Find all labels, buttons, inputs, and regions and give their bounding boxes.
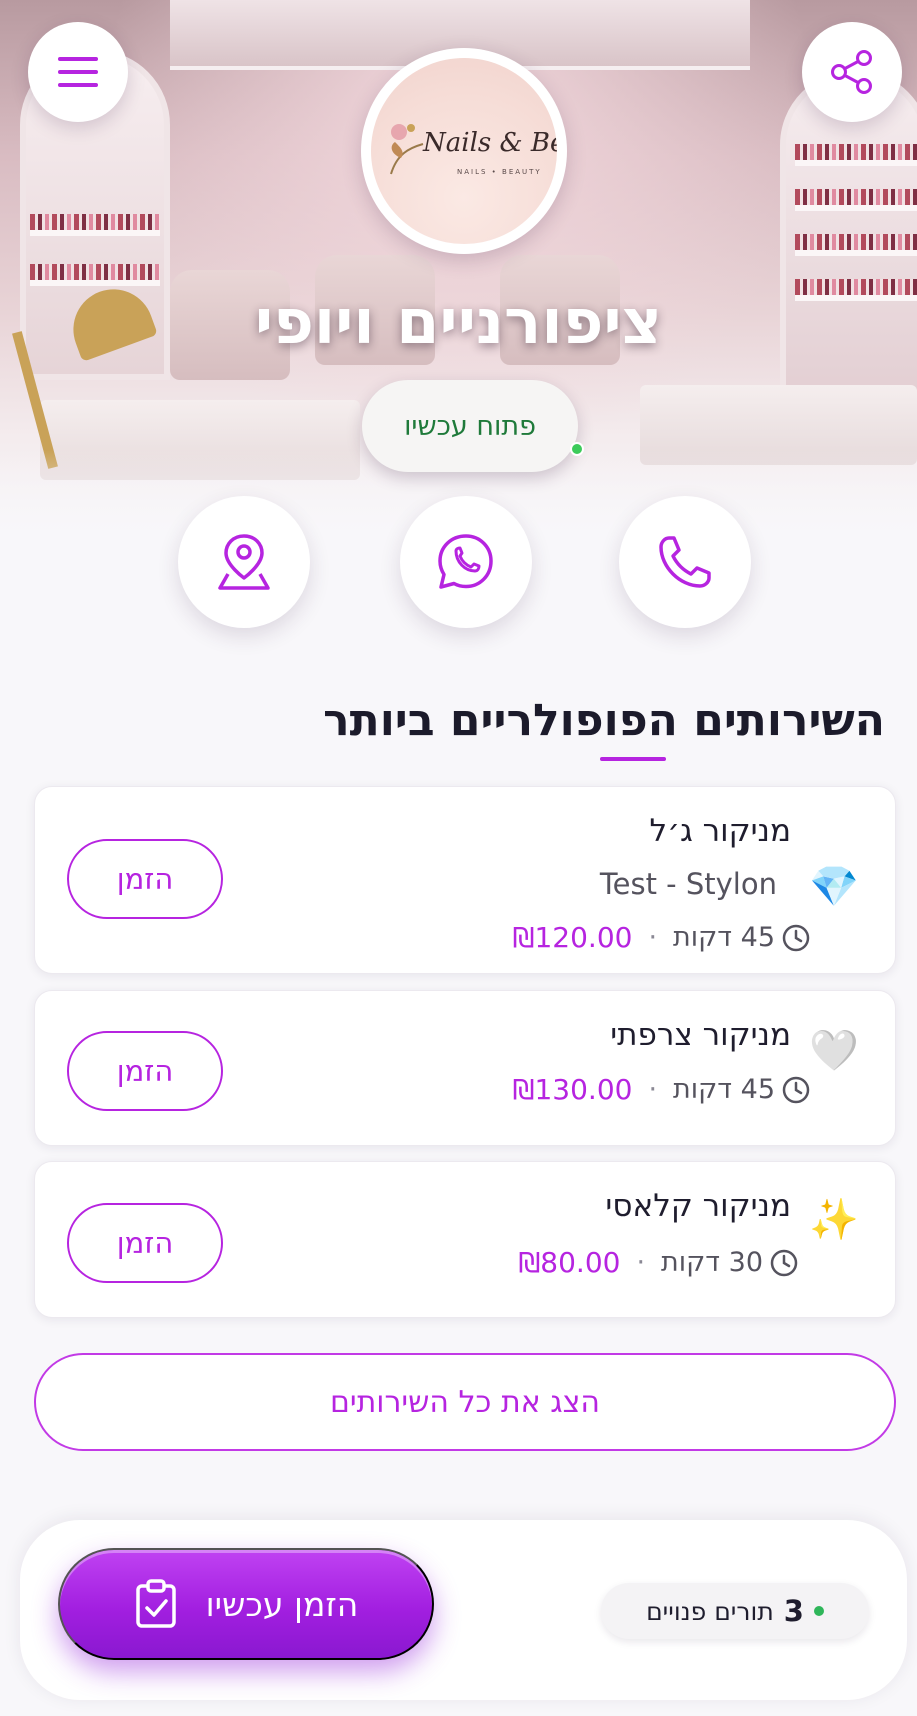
share-icon bbox=[831, 50, 872, 94]
hero-background-shelf bbox=[795, 160, 917, 166]
phone-icon bbox=[659, 536, 711, 588]
meta-separator: · bbox=[636, 1247, 646, 1278]
service-price: ₪120.00 bbox=[512, 921, 633, 954]
service-duration: 30 דקות bbox=[661, 1247, 763, 1278]
hero-background-bottles bbox=[795, 189, 917, 205]
book-service-button[interactable]: הזמן bbox=[67, 839, 223, 919]
hero-background-bottles bbox=[30, 264, 160, 280]
service-name: מניקור צרפתי bbox=[610, 1017, 791, 1053]
book-now-button[interactable]: הזמן עכשיו bbox=[58, 1548, 434, 1660]
service-meta: 45 דקות · ₪120.00 bbox=[513, 921, 811, 954]
status-indicator-dot bbox=[570, 442, 584, 456]
book-now-label: הזמן עכשיו bbox=[205, 1584, 359, 1624]
service-name: מניקור ג׳ל bbox=[649, 813, 791, 849]
service-duration: 45 דקות bbox=[673, 922, 775, 953]
clock-icon bbox=[770, 1249, 798, 1276]
popular-services-title: השירותים הפופולריים ביותר bbox=[323, 695, 885, 746]
logo-text: Nails & Beauty bbox=[423, 128, 557, 158]
service-subtitle: Test - Stylon bbox=[599, 867, 777, 901]
map-pin-icon bbox=[218, 534, 270, 590]
open-status-badge: פתוח עכשיו bbox=[362, 380, 578, 472]
slots-label: תורים פנויים bbox=[646, 1596, 774, 1626]
service-meta: 45 דקות · ₪130.00 bbox=[513, 1073, 811, 1106]
menu-button[interactable] bbox=[28, 22, 128, 122]
clock-icon bbox=[782, 924, 810, 951]
business-logo: Nails & Beauty NAILS • BEAUTY bbox=[361, 48, 567, 254]
whatsapp-icon bbox=[438, 534, 493, 589]
availability-dot bbox=[813, 1606, 824, 1616]
whatsapp-button[interactable] bbox=[400, 496, 532, 628]
slots-count: 3 bbox=[783, 1594, 804, 1628]
meta-separator: · bbox=[648, 922, 658, 953]
open-status-label: פתוח עכשיו bbox=[404, 410, 536, 442]
hamburger-menu-icon bbox=[58, 57, 98, 87]
hero-background-bottles bbox=[30, 214, 160, 230]
logo-subtext: NAILS • BEAUTY bbox=[457, 168, 542, 176]
hero-background-shelf bbox=[795, 205, 917, 211]
clock-icon bbox=[782, 1076, 810, 1103]
service-card[interactable]: מניקור ג׳ל 💎 Test - Stylon 45 דקות · ₪12… bbox=[34, 786, 896, 974]
location-button[interactable] bbox=[178, 496, 310, 628]
hero-background-bottles bbox=[795, 144, 917, 160]
hero-background-bottles bbox=[795, 234, 917, 250]
white-heart-icon: 🤍 bbox=[809, 1028, 859, 1074]
service-price: ₪130.00 bbox=[512, 1073, 633, 1106]
phone-button[interactable] bbox=[619, 496, 751, 628]
sparkles-icon: ✨ bbox=[809, 1197, 859, 1243]
share-button[interactable] bbox=[802, 22, 902, 122]
clipboard-check-icon bbox=[135, 1579, 176, 1628]
service-card[interactable]: מניקור צרפתי 🤍 45 דקות · ₪130.00 הזמן bbox=[34, 990, 896, 1146]
title-underline bbox=[600, 757, 666, 761]
business-name: ציפורניים ויופי bbox=[254, 285, 663, 358]
book-service-button[interactable]: הזמן bbox=[67, 1031, 223, 1111]
service-name: מניקור קלאסי bbox=[605, 1188, 791, 1224]
diamond-icon: 💎 bbox=[809, 864, 859, 910]
service-card[interactable]: מניקור קלאסי ✨ 30 דקות · ₪80.00 הזמן bbox=[34, 1161, 896, 1318]
hero-background-shelf bbox=[30, 230, 160, 236]
service-meta: 30 דקות · ₪80.00 bbox=[518, 1246, 799, 1279]
service-duration: 45 דקות bbox=[673, 1074, 775, 1105]
meta-separator: · bbox=[648, 1074, 658, 1105]
logo-image: Nails & Beauty NAILS • BEAUTY bbox=[371, 58, 557, 244]
available-slots-badge: 3 תורים פנויים bbox=[601, 1583, 869, 1639]
service-price: ₪80.00 bbox=[518, 1246, 621, 1279]
show-all-services-button[interactable]: הצג את כל השירותים bbox=[34, 1353, 896, 1451]
book-service-button[interactable]: הזמן bbox=[67, 1203, 223, 1283]
hero-background-shelf bbox=[795, 250, 917, 256]
